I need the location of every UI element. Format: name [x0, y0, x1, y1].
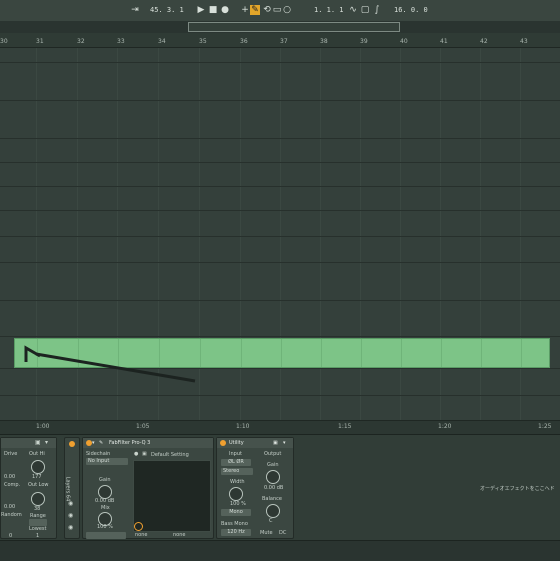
rack-chain-icon[interactable]: ◉	[68, 500, 73, 507]
balance-value: C	[269, 518, 273, 524]
save-icon[interactable]: ▣	[273, 438, 278, 448]
device-title: FabFilter Pro-Q 3	[109, 440, 151, 446]
gain-label: Gain	[99, 477, 111, 483]
comp-label: Comp.	[4, 482, 21, 488]
random-label: Random	[1, 512, 22, 518]
width-knob[interactable]	[229, 487, 243, 501]
rack-strip: Layers 64 ◉ ◉ ◉	[64, 437, 80, 539]
save-icon[interactable]: ▣	[35, 438, 41, 448]
preset-left[interactable]: none	[135, 532, 147, 538]
plugin-save-icon[interactable]: ▣	[142, 451, 147, 457]
time-ruler[interactable]: 1:00 1:05 1:10 1:15 1:20 1:25	[0, 420, 560, 435]
fabfilter-device: ▾ ✎ FabFilter Pro-Q 3 Sidechain No Input…	[82, 437, 214, 539]
drop-hint: オーディオエフェクトをここへド	[480, 486, 555, 492]
preset-name[interactable]: Default Setting	[151, 452, 189, 458]
mix-label: Mix	[101, 505, 110, 511]
collapse-icon[interactable]: ▾	[283, 438, 286, 448]
dc-button[interactable]: DC	[279, 530, 286, 536]
preset-right[interactable]: none	[173, 532, 185, 538]
device-drop-area[interactable]: オーディオエフェクトをここへド	[298, 437, 560, 537]
range-value: 38	[34, 506, 41, 512]
sidechain-select[interactable]: No Input	[86, 458, 128, 465]
input-label: Input	[229, 451, 242, 457]
drive-value: 0.00	[4, 474, 16, 480]
time-label: 1:20	[438, 423, 452, 430]
mono-button[interactable]: Mono	[221, 509, 251, 516]
status-bar	[0, 540, 560, 561]
sidechain-label: Sidechain	[86, 451, 111, 457]
rack-macro-icon[interactable]: ◉	[68, 512, 73, 519]
out-hi-label: Out Hi	[29, 451, 45, 457]
drive-label: Drive	[4, 451, 18, 457]
device-header: ▣ ▾	[1, 438, 56, 448]
annotation-arrow-icon	[24, 345, 196, 383]
plugin-power-icon[interactable]	[134, 522, 143, 531]
device-power-icon[interactable]	[220, 440, 226, 446]
time-label: 1:25	[538, 423, 552, 430]
gain-value: 0.00 dB	[264, 485, 284, 491]
time-label: 1:10	[236, 423, 250, 430]
gain-value: 0.00 dB	[95, 498, 115, 504]
collapse-icon[interactable]: ▾	[92, 438, 95, 448]
rack-select-icon[interactable]: ◉	[68, 524, 73, 531]
bottom-left-value: 0	[9, 533, 13, 539]
saturator-device: ▣ ▾ Drive Out Hi 0.00 177 Comp. Out Low …	[0, 437, 57, 539]
bass-mono-frequency[interactable]: 120 Hz	[221, 529, 251, 536]
bass-mono-label: Bass Mono	[221, 521, 248, 527]
width-label: Width	[230, 479, 245, 485]
lowest-label: Lowest	[29, 526, 47, 532]
range-knob[interactable]	[31, 492, 45, 506]
time-label: 1:05	[136, 423, 150, 430]
device-header: ▾ ✎ FabFilter Pro-Q 3	[83, 438, 213, 448]
bottom-right-value: 1	[36, 533, 40, 539]
mute-button[interactable]: Mute	[260, 530, 273, 536]
mix-value: 100 %	[97, 524, 113, 530]
random-value: 0.00	[4, 504, 16, 510]
balance-label: Balance	[262, 496, 282, 502]
gain-knob[interactable]	[98, 485, 112, 499]
balance-knob[interactable]	[266, 504, 280, 518]
rack-label: Layers 64	[64, 476, 71, 502]
channel-mode-select[interactable]: Stereo	[221, 468, 253, 475]
out-hi-value: 177	[32, 474, 42, 480]
range-slider[interactable]	[29, 519, 47, 526]
rack-power-icon[interactable]	[69, 441, 75, 447]
time-label: 1:00	[36, 423, 50, 430]
plugin-edit-icon[interactable]: ●	[134, 451, 138, 457]
time-label: 1:15	[338, 423, 352, 430]
phase-invert-buttons[interactable]: ØL ØR	[221, 459, 251, 466]
device-header: Utility ▣ ▾	[217, 438, 293, 448]
gain-knob[interactable]	[266, 470, 280, 484]
gain-label: Gain	[267, 462, 279, 468]
dry-wet-button[interactable]	[86, 532, 126, 539]
width-value: 100 %	[230, 501, 246, 507]
out-low-label: Out Low	[28, 482, 49, 488]
collapse-icon[interactable]: ▾	[45, 438, 48, 448]
wrench-icon[interactable]: ✎	[99, 438, 103, 448]
plugin-display[interactable]	[133, 460, 211, 532]
device-title: Utility	[229, 440, 244, 446]
output-label: Output	[264, 451, 282, 457]
device-chain: ▣ ▾ Drive Out Hi 0.00 177 Comp. Out Low …	[0, 434, 560, 541]
out-hi-knob[interactable]	[31, 460, 45, 474]
utility-device: Utility ▣ ▾ Input Output ØL ØR Stereo Ga…	[216, 437, 294, 539]
